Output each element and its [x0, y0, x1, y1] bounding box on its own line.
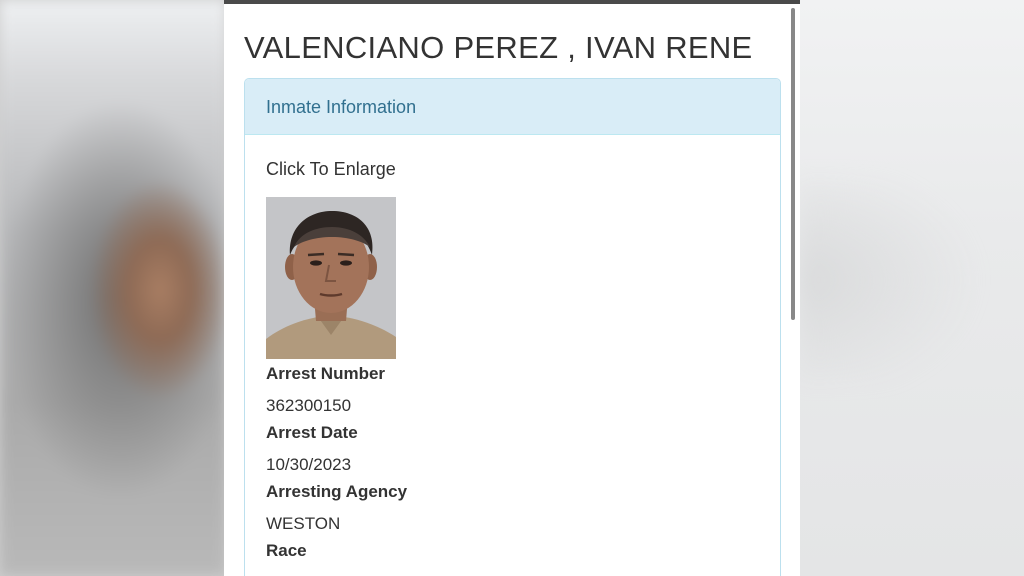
person-photo-icon [266, 197, 396, 359]
scrollbar[interactable] [791, 8, 795, 320]
panel-heading: Inmate Information [245, 79, 780, 135]
page-title: VALENCIANO PEREZ , IVAN RENE [244, 30, 753, 65]
arresting-agency-label: Arresting Agency [266, 482, 408, 501]
arresting-agency-value: WESTON [266, 514, 341, 533]
race-label: Race [266, 541, 307, 560]
arrest-date-value: 10/30/2023 [266, 455, 352, 474]
blurred-background-left [0, 0, 226, 576]
click-to-enlarge-link[interactable]: Click To Enlarge [266, 159, 396, 180]
inmate-info-panel: Inmate Information Click To Enlarge Arre… [244, 78, 781, 576]
phone-screen: VALENCIANO PEREZ , IVAN RENE Inmate Info… [224, 0, 800, 576]
panel-body: Click To Enlarge Arrest Number 362300150… [245, 135, 780, 561]
top-bar [224, 0, 800, 4]
blurred-background-right [798, 0, 1024, 576]
arrest-number-value: 362300150 [266, 396, 352, 415]
mugshot-photo[interactable] [266, 197, 396, 359]
arrest-number-label: Arrest Number [266, 364, 386, 383]
arrest-date-label: Arrest Date [266, 423, 358, 442]
